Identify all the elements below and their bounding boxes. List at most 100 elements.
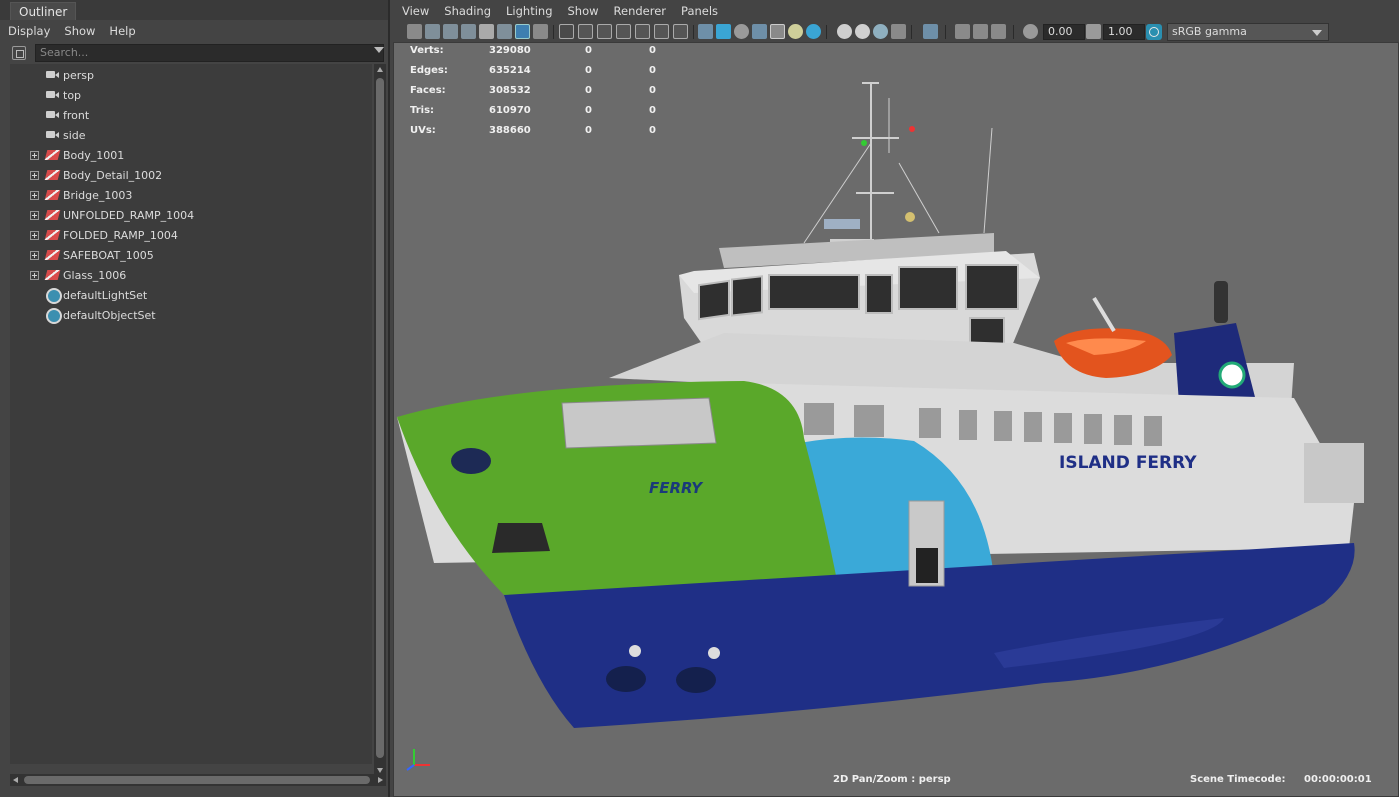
textured-icon[interactable] <box>770 24 785 39</box>
safe-action-icon[interactable] <box>654 24 669 39</box>
resolution-gate-icon[interactable] <box>597 24 612 39</box>
expand-icon[interactable] <box>30 250 39 260</box>
menu-view[interactable]: View <box>402 4 429 18</box>
toolbar-divider <box>693 25 694 39</box>
mesh-group-icon <box>45 248 61 262</box>
safe-title-icon[interactable] <box>673 24 688 39</box>
hud-row-uvs: UVs: 388660 0 0 <box>410 125 656 136</box>
filter-icon[interactable] <box>12 46 26 60</box>
outliner-item-default-light-set[interactable]: defaultLightSet <box>10 285 372 305</box>
funnel <box>1174 323 1256 403</box>
default-material-icon[interactable] <box>734 24 749 39</box>
menu-display[interactable]: Display <box>8 24 50 38</box>
gamma-icon[interactable] <box>1086 24 1101 39</box>
menu-shading[interactable]: Shading <box>444 4 491 18</box>
chevron-down-icon[interactable] <box>1312 30 1322 36</box>
expand-icon[interactable] <box>30 170 39 180</box>
xray-active-icon[interactable] <box>991 24 1006 39</box>
motion-blur-icon[interactable] <box>855 24 870 39</box>
bookmark-icon[interactable] <box>479 24 494 39</box>
exposure-icon[interactable] <box>1023 24 1038 39</box>
xray-joints-icon[interactable] <box>973 24 988 39</box>
viewport-toolbar: 0.00 1.00 sRGB gamma <box>393 22 1399 42</box>
camera-attributes-icon[interactable] <box>425 24 440 39</box>
depth-of-field-icon[interactable] <box>891 24 906 39</box>
outliner-item-default-object-set[interactable]: defaultObjectSet <box>10 305 372 325</box>
select-camera-icon[interactable] <box>407 24 422 39</box>
toolbar-divider <box>1013 25 1014 39</box>
scroll-down-icon[interactable] <box>377 768 383 773</box>
expand-icon[interactable] <box>30 210 39 220</box>
menu-show[interactable]: Show <box>64 24 95 38</box>
menu-show[interactable]: Show <box>568 4 599 18</box>
grid-icon[interactable] <box>559 24 574 39</box>
2d-pan-zoom-icon[interactable] <box>515 24 530 39</box>
use-all-lights-icon[interactable] <box>788 24 803 39</box>
outliner-item-body-detail[interactable]: Body_Detail_1002 <box>10 165 372 185</box>
pencil-icon[interactable] <box>533 24 548 39</box>
timecode-label: Scene Timecode: <box>1190 774 1286 785</box>
expand-icon[interactable] <box>30 150 39 160</box>
chevron-down-icon[interactable] <box>374 47 384 53</box>
porthole <box>629 645 641 657</box>
outliner-item-front[interactable]: front <box>10 105 372 125</box>
menu-help[interactable]: Help <box>109 24 135 38</box>
exhaust-stack <box>1214 281 1228 323</box>
thruster <box>676 667 716 693</box>
gamma-input[interactable]: 1.00 <box>1103 24 1145 40</box>
isolate-select-icon[interactable] <box>923 24 938 39</box>
scroll-left-icon[interactable] <box>13 777 18 783</box>
menu-panels[interactable]: Panels <box>681 4 718 18</box>
expand-icon[interactable] <box>30 190 39 200</box>
scroll-thumb[interactable] <box>376 78 384 758</box>
field-chart-icon[interactable] <box>635 24 650 39</box>
search-input[interactable]: Search... <box>35 44 384 62</box>
porthole <box>708 647 720 659</box>
tab-outliner[interactable]: Outliner <box>10 2 77 20</box>
outliner-item-label: Body_Detail_1002 <box>63 168 163 182</box>
scroll-up-icon[interactable] <box>377 67 383 72</box>
color-management-icon[interactable] <box>1146 24 1162 40</box>
ship-name: ISLAND FERRY <box>1059 453 1197 473</box>
expand-icon[interactable] <box>30 230 39 240</box>
colorspace-dropdown[interactable]: sRGB gamma <box>1167 23 1329 41</box>
expand-icon[interactable] <box>30 270 39 280</box>
menu-lighting[interactable]: Lighting <box>506 4 552 18</box>
shadows-icon[interactable] <box>806 24 821 39</box>
outliner-item-persp[interactable]: persp <box>10 65 372 85</box>
anti-aliasing-icon[interactable] <box>873 24 888 39</box>
bookmarks-icon[interactable] <box>443 24 458 39</box>
film-gate-icon[interactable] <box>578 24 593 39</box>
outliner-search-row: Search... <box>0 42 388 64</box>
exposure-input[interactable]: 0.00 <box>1043 24 1085 40</box>
funnel-logo <box>1218 361 1246 389</box>
mast-light-green <box>861 140 867 146</box>
scroll-thumb[interactable] <box>24 776 370 784</box>
outliner-horizontal-scrollbar[interactable] <box>10 774 386 786</box>
wireframe-icon[interactable] <box>698 24 713 39</box>
outliner-item-safeboat[interactable]: SAFEBOAT_1005 <box>10 245 372 265</box>
outliner-item-top[interactable]: top <box>10 85 372 105</box>
outliner-item-side[interactable]: side <box>10 125 372 145</box>
mesh-group-icon <box>45 228 61 242</box>
outliner-item-body[interactable]: Body_1001 <box>10 145 372 165</box>
xray-icon[interactable] <box>955 24 970 39</box>
image-plane-icon[interactable] <box>461 24 476 39</box>
mesh-group-icon <box>45 188 61 202</box>
screen-space-ao-icon[interactable] <box>837 24 852 39</box>
set-icon <box>45 288 62 304</box>
smooth-shade-icon[interactable] <box>716 24 731 39</box>
outliner-item-unfolded-ramp[interactable]: UNFOLDED_RAMP_1004 <box>10 205 372 225</box>
outliner-item-folded-ramp[interactable]: FOLDED_RAMP_1004 <box>10 225 372 245</box>
wireframe-on-shaded-icon[interactable] <box>752 24 767 39</box>
grease-pencil-icon[interactable] <box>497 24 512 39</box>
outliner-vertical-scrollbar[interactable] <box>374 64 386 776</box>
colorspace-value: sRGB gamma <box>1172 25 1247 38</box>
mesh-group-icon <box>45 208 61 222</box>
gate-mask-icon[interactable] <box>616 24 631 39</box>
scroll-right-icon[interactable] <box>378 777 383 783</box>
3d-viewport[interactable]: ISLAND FERRY FERRY Verts: 329080 0 0 Edg… <box>393 42 1399 797</box>
menu-renderer[interactable]: Renderer <box>614 4 667 18</box>
outliner-item-glass[interactable]: Glass_1006 <box>10 265 372 285</box>
outliner-item-bridge[interactable]: Bridge_1003 <box>10 185 372 205</box>
